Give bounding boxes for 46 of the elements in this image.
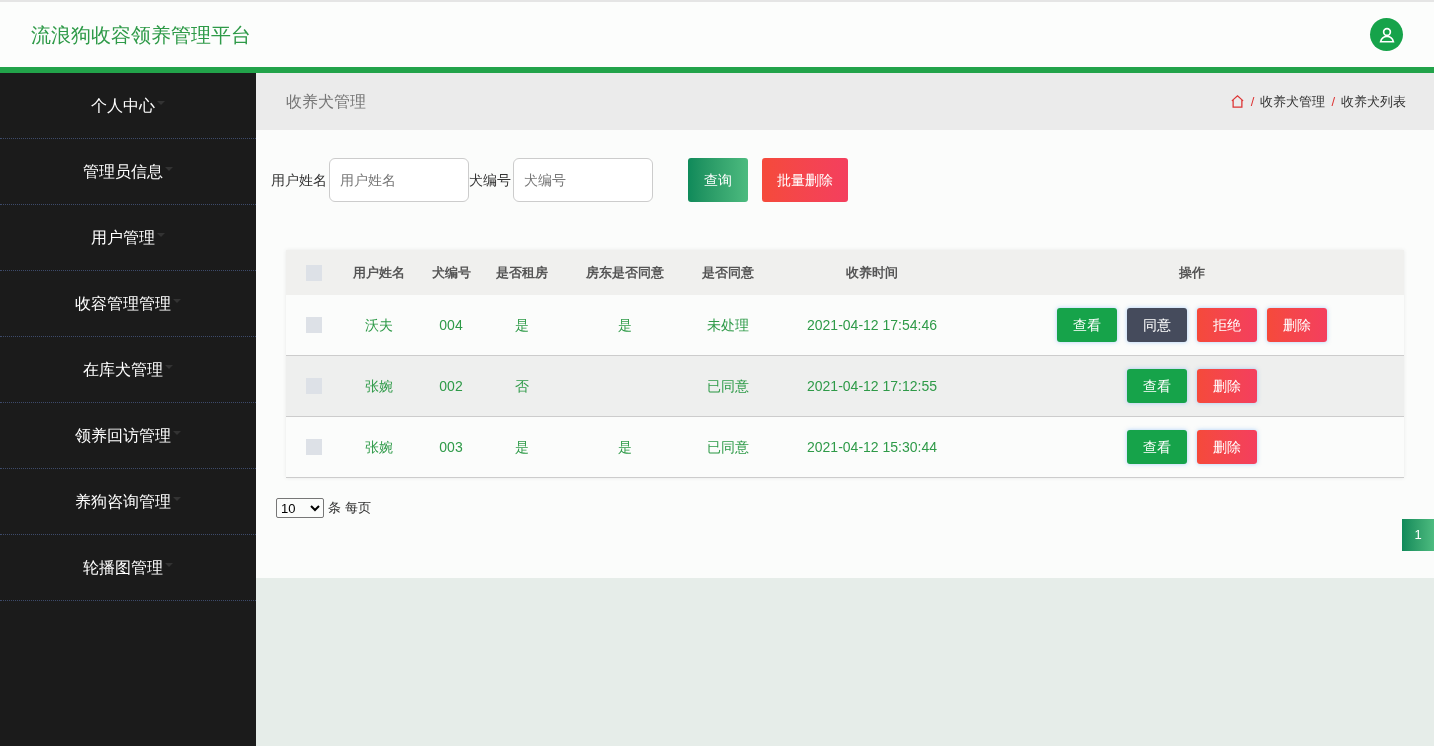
app-title: 流浪狗收容领养管理平台 [31,22,251,48]
table-cell-text: 已同意 [706,437,750,457]
table-cell-text: 沃夫 [363,315,394,335]
action-button[interactable]: 拒绝 [1197,308,1257,342]
table-cell-text: 已同意 [706,376,750,396]
table-cell-text: 是 [514,315,530,335]
table-cell-text: 张婉 [363,376,394,396]
breadcrumb-link[interactable]: 收养犬管理 [1260,91,1326,112]
table-cell-text: 003 [438,437,464,457]
table-cell-text: 是 [514,437,530,457]
table-cell-text: 张婉 [363,437,394,457]
table-cell-text: 是 [617,437,633,457]
column-header: 操作 [1178,263,1206,282]
column-header: 用户姓名 [351,263,406,282]
home-icon[interactable] [1229,94,1245,109]
action-button[interactable]: 删除 [1197,369,1257,403]
column-header: 犬编号 [430,263,472,282]
table-cell-text: 004 [438,315,464,335]
row-checkbox[interactable] [305,439,322,455]
column-header: 房东是否同意 [585,263,665,282]
table-cell-text: 未处理 [706,315,750,335]
table-cell-text: 是 [617,315,633,335]
search-button[interactable]: 批量删除 [762,158,848,202]
field-label: 用户姓名 [271,170,327,190]
table-cell-text: 2021-04-12 17:54:46 [806,315,938,335]
row-checkbox[interactable] [305,317,322,333]
table-cell-text: 002 [438,376,464,396]
breadcrumb-separator: / [1250,92,1255,111]
breadcrumb-link[interactable]: 收养犬列表 [1341,91,1406,112]
column-header: 收养时间 [845,263,899,282]
column-header: 是否同意 [701,263,755,282]
table-cell-text: 2021-04-12 17:12:55 [806,376,938,396]
table-cell-text: 2021-04-12 15:30:44 [806,437,938,457]
search-field[interactable]: 犬编号 [513,158,653,202]
breadcrumb-separator: / [1331,92,1335,111]
page-title: 收养犬管理 [286,91,366,112]
user-avatar-icon[interactable] [1370,18,1403,51]
action-button[interactable]: 删除 [1267,308,1327,342]
table-cell-text: 否 [514,376,530,396]
page-size-select[interactable]: 10 [276,498,324,518]
action-button[interactable]: 同意 [1127,308,1187,342]
column-header: 是否租房 [495,263,549,282]
field-label: 犬编号 [469,170,511,190]
page-size-label: 条 每页 [328,499,371,518]
search-field[interactable]: 用户姓名 [329,158,469,202]
action-button[interactable]: 删除 [1197,430,1257,464]
